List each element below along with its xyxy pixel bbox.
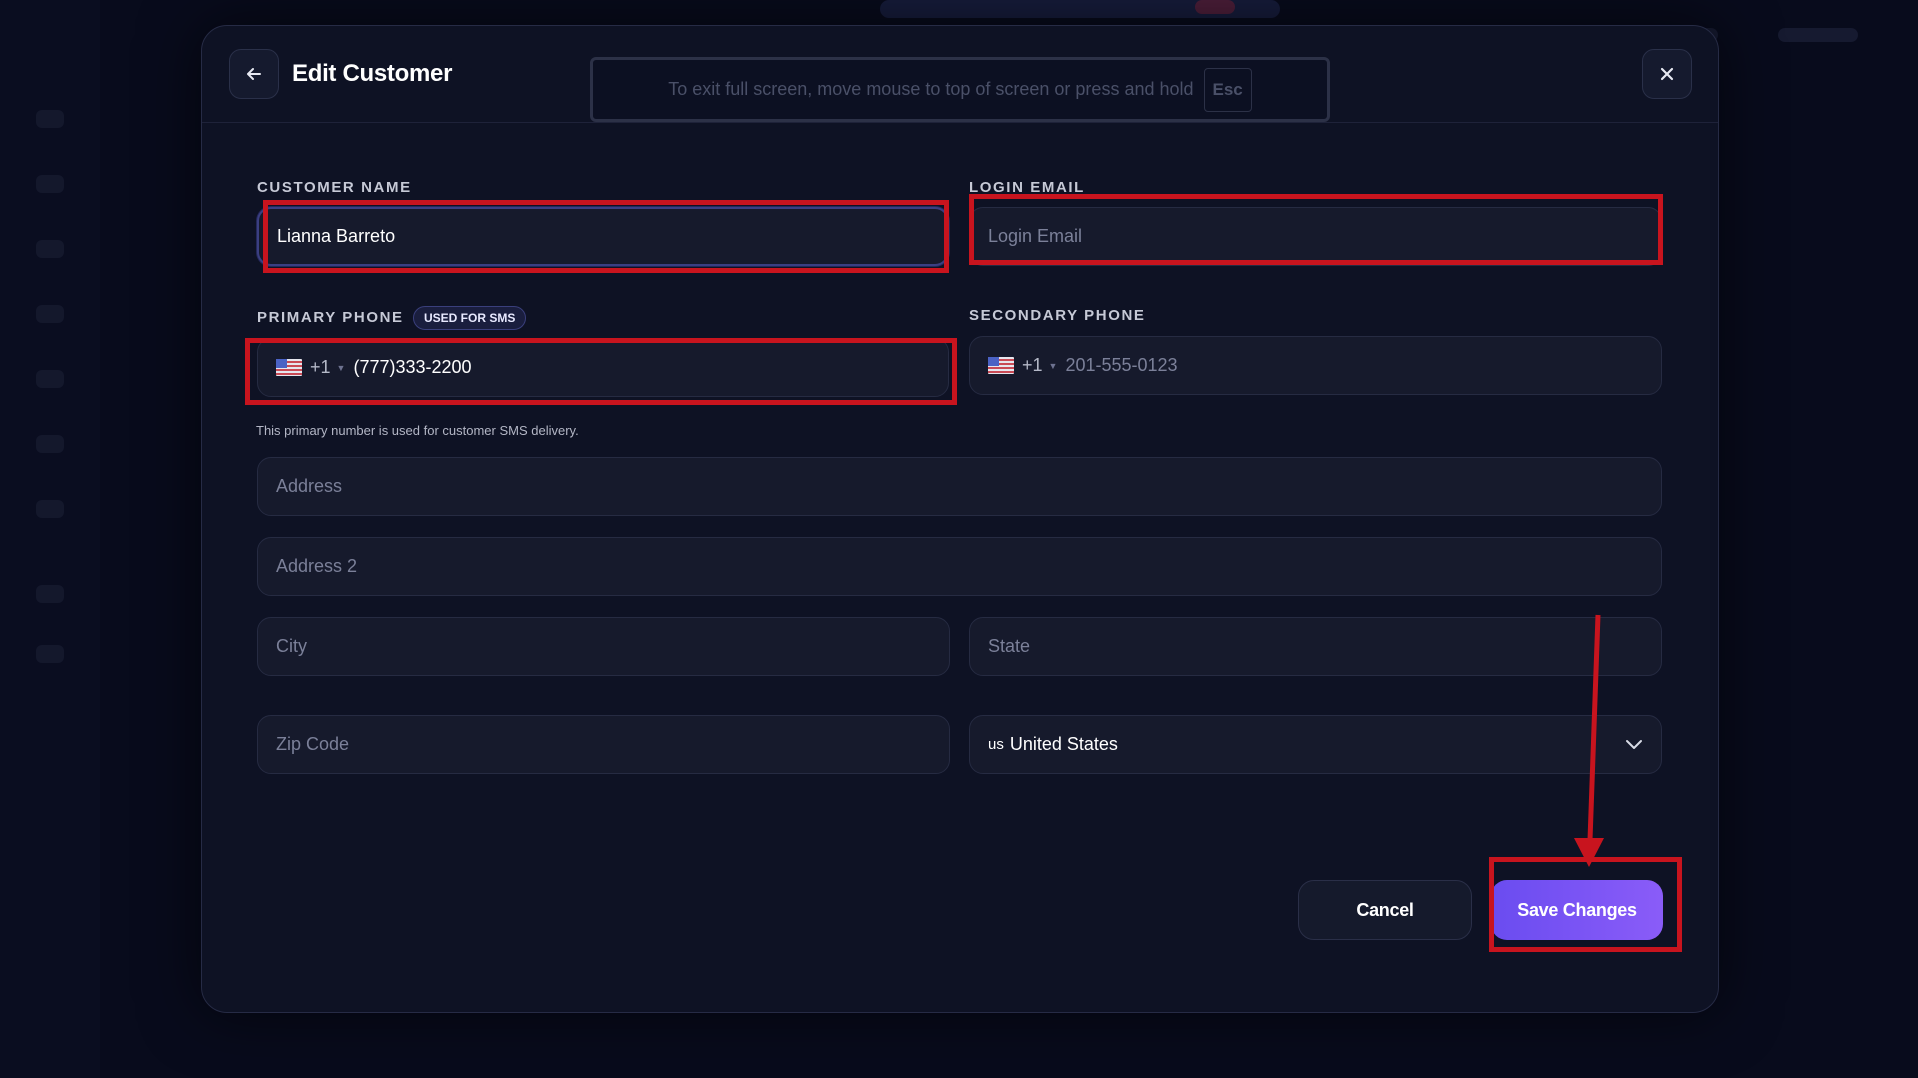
country-select[interactable]: us United States [969,715,1662,774]
edit-customer-modal: Edit Customer [201,25,1719,1013]
chevron-down-icon [1626,740,1642,749]
city-field[interactable] [257,617,950,676]
background-indicator [1195,0,1235,14]
background-header-item [1778,28,1858,42]
cancel-button[interactable]: Cancel [1298,880,1472,940]
modal-title: Edit Customer [292,60,453,87]
background-nav-item [36,240,64,258]
secondary-phone-label: SECONDARY PHONE [969,307,1146,324]
customer-name-field[interactable] [257,207,949,266]
arrow-left-icon [247,68,261,80]
close-icon [1660,67,1674,81]
background-sidebar [0,0,100,1078]
customer-name-input[interactable] [277,226,947,247]
used-for-sms-badge: USED FOR SMS [413,306,527,330]
login-email-input[interactable] [988,226,1661,247]
primary-phone-field[interactable]: +1 ▼ (777)333-2200 [257,338,949,397]
city-input[interactable] [276,636,949,657]
primary-phone-country-code[interactable]: +1 [310,357,331,378]
background-nav-item [36,645,64,663]
primary-phone-value[interactable]: (777)333-2200 [353,357,471,378]
customer-name-label: CUSTOMER NAME [257,179,412,196]
background-nav-item [36,435,64,453]
us-flag-icon [988,357,1014,374]
primary-phone-label: PRIMARY PHONE [257,309,404,326]
address-field[interactable] [257,457,1662,516]
secondary-phone-field[interactable]: +1 ▼ 201-555-0123 [969,336,1662,395]
close-button[interactable] [1642,49,1692,99]
address2-field[interactable] [257,537,1662,596]
save-changes-button[interactable]: Save Changes [1491,880,1663,940]
caret-down-icon: ▼ [1048,360,1058,371]
address-input[interactable] [276,476,1661,497]
background-nav-item [36,305,64,323]
login-email-field[interactable] [969,207,1662,266]
secondary-phone-country-code[interactable]: +1 [1022,355,1043,376]
fullscreen-notice: To exit full screen, move mouse to top o… [590,57,1330,122]
country-code: us [988,736,1004,753]
state-field[interactable] [969,617,1662,676]
primary-phone-helper: This primary number is used for customer… [256,423,579,438]
secondary-phone-placeholder[interactable]: 201-555-0123 [1065,355,1177,376]
zip-field[interactable] [257,715,950,774]
zip-input[interactable] [276,734,949,755]
us-flag-icon [276,359,302,376]
state-input[interactable] [988,636,1661,657]
background-nav-item [36,585,64,603]
background-nav-item [36,370,64,388]
esc-key: Esc [1203,67,1252,112]
caret-down-icon: ▼ [336,362,346,373]
background-nav-item [36,175,64,193]
background-nav-item [36,500,64,518]
fullscreen-notice-text: To exit full screen, move mouse to top o… [668,79,1194,99]
login-email-label: LOGIN EMAIL [969,179,1085,196]
address2-input[interactable] [276,556,1661,577]
background-nav-item [36,110,64,128]
back-button[interactable] [229,49,279,99]
country-value: United States [1009,734,1118,754]
